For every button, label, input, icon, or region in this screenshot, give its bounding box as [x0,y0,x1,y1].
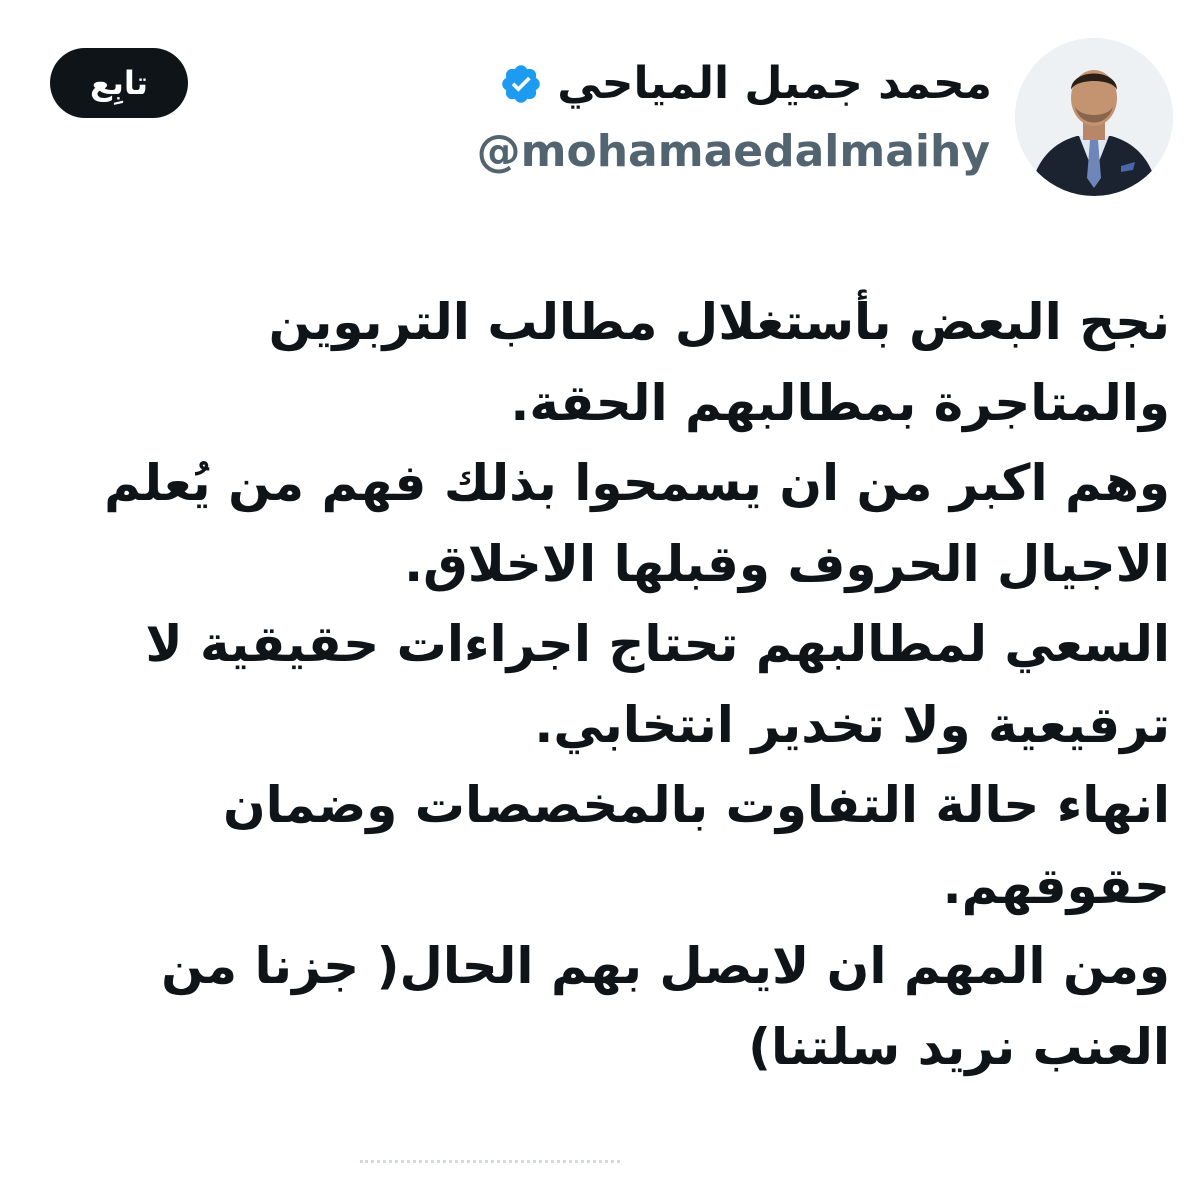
tweet-text: نجح البعض بأستغلال مطالب التربوين والمتا… [30,282,1170,1087]
tweet-line: وهم اكبر من ان يسمحوا بذلك فهم من يُعلم [104,454,1170,512]
tweet-line: الاجيال الحروف وقبلها الاخلاق. [404,534,1170,593]
verified-badge-icon [499,62,543,106]
tweet-line: حقوقهم. [942,856,1170,915]
avatar[interactable] [1015,38,1173,196]
author-name-row: محمد جميل المياحي [499,54,992,114]
follow-button[interactable]: تابِع [50,48,188,118]
avatar-photo-icon [1015,38,1173,196]
truncated-translate-link [360,1160,620,1177]
tweet-line: والمتاجرة بمطالبهم الحقة. [510,373,1170,432]
tweet-line: نجح البعض بأستغلال مطالب التربوين [268,293,1170,351]
tweet-line: العنب نريد سلتنا) [748,1017,1170,1076]
tweet-line: السعي لمطالبهم تحتاج اجراءات حقيقية لا [145,615,1170,673]
tweet-line: انهاء حالة التفاوت بالمخصصات وضمان [223,776,1170,834]
tweet-line: ومن المهم ان لايصل بهم الحال( جزنا من [161,937,1170,995]
author-handle[interactable]: @mohamaedalmaihy [477,124,990,180]
author-display-name[interactable]: محمد جميل المياحي [557,54,992,114]
tweet-header: محمد جميل المياحي @mohamaedalmaihy تابِع [0,30,1200,205]
tweet-line: ترقيعية ولا تخدير انتخابي. [534,695,1170,754]
